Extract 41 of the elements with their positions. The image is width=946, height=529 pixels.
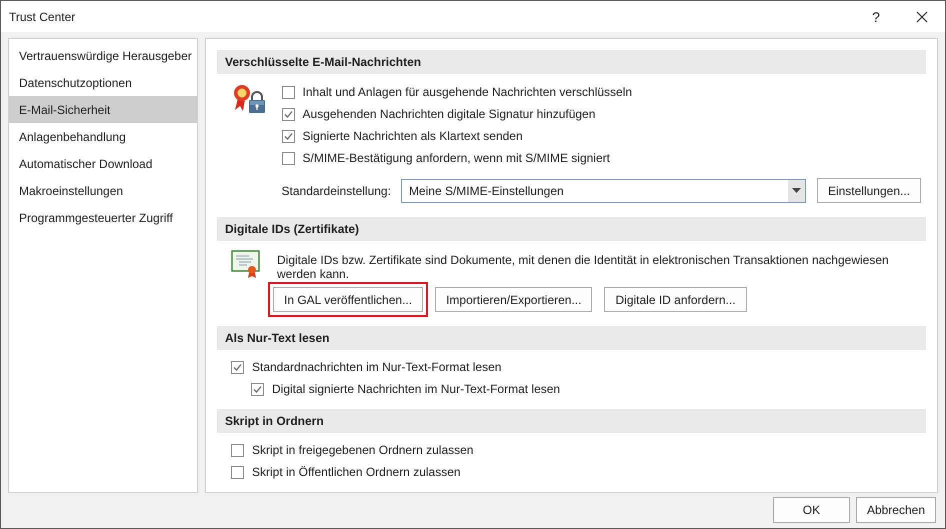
dropdown-arrow-icon [792, 188, 801, 193]
checkbox-label[interactable]: S/MIME-Bestätigung anfordern, wenn mit S/MIME signiert [302, 151, 610, 165]
sidebar-item[interactable]: Datenschutzoptionen [9, 69, 197, 96]
dialog-button[interactable]: In GAL veröffentlichen... [273, 287, 424, 312]
help-button[interactable]: ? [853, 8, 899, 24]
checkbox-label[interactable]: Skript in freigegebenen Ordnern zulassen [252, 443, 474, 457]
checkbox[interactable] [282, 152, 295, 164]
dialog-button[interactable]: OK [772, 497, 850, 523]
checkbox-label[interactable]: Skript in Öffentlichen Ordnern zulassen [252, 465, 461, 479]
checkbox[interactable] [231, 444, 244, 456]
checkbox[interactable] [282, 86, 295, 98]
checkbox-label[interactable]: Ausgehenden Nachrichten digitale Signatur hinzufügen [302, 107, 596, 121]
section-header: Als Nur-Text lesen [217, 326, 926, 350]
checkbox[interactable] [231, 360, 244, 374]
checkbox[interactable] [251, 382, 264, 396]
checkbox-label[interactable]: Inhalt und Anlagen für ausgehende Nachrichten verschlüsseln [302, 85, 632, 99]
section-header: Verschlüsselte E-Mail-Nachrichten [217, 50, 926, 74]
sidebar-item[interactable]: Makroeinstellungen [9, 177, 197, 204]
sidebar-item[interactable]: E-Mail-Sicherheit [9, 96, 197, 123]
section-header: Digitale IDs (Zertifikate) [217, 217, 926, 241]
sidebar-item[interactable]: Programmgesteuerter Zugriff [9, 204, 197, 231]
sidebar-item[interactable]: Automatischer Download [9, 150, 197, 177]
settings-dropdown[interactable]: Meine S/MIME-Einstellungen [400, 178, 806, 202]
dialog-button[interactable]: Abbrechen [856, 497, 936, 523]
section-header: Skript in Ordnern [217, 409, 926, 433]
dialog-button[interactable]: Digitale ID anfordern... [604, 287, 747, 312]
window-title: Trust Center [9, 10, 76, 24]
checkbox-label[interactable]: Digital signierte Nachrichten im Nur-Text-Format lesen [272, 382, 560, 396]
checkbox[interactable] [231, 466, 244, 478]
description-text: Digitale IDs bzw. Zertifikate sind Dokumente, mit denen die Identität in elektronischen Transaktionen nachgewiesen werden kann. [276, 253, 890, 281]
certificate-icon [231, 249, 261, 279]
checkbox-label[interactable]: Standardnachrichten im Nur-Text-Format lesen [252, 360, 502, 374]
certificate-lock-icon [232, 84, 266, 114]
dialog-button[interactable]: Importieren/Exportieren... [435, 287, 592, 312]
checkbox[interactable] [282, 130, 295, 142]
checkbox[interactable] [282, 108, 295, 120]
checkbox-label[interactable]: Signierte Nachrichten als Klartext senden [302, 129, 523, 143]
field-label: Standardeinstellung: [282, 184, 391, 198]
settings-button[interactable]: Einstellungen... [816, 178, 921, 203]
sidebar-item[interactable]: Anlagenbehandlung [9, 123, 197, 150]
sidebar-item[interactable]: Vertrauenswürdige Herausgeber [9, 42, 197, 69]
